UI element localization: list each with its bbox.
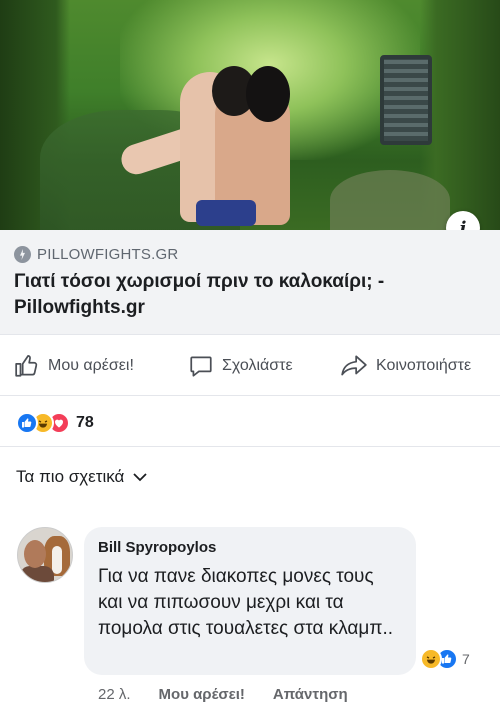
comment-reactions[interactable]: 7 [416, 646, 474, 672]
thumbs-up-icon [15, 355, 38, 377]
image-head-right [246, 66, 290, 122]
comment-meta: 22 λ. Μου αρέσει! Απάντηση [98, 686, 376, 703]
divider [0, 446, 500, 447]
avatar[interactable] [17, 527, 73, 583]
avatar-dog-blaze [52, 546, 62, 574]
like-button[interactable]: Μου αρέσει! [14, 353, 134, 379]
like-button-label: Μου αρέσει! [48, 357, 134, 374]
comments-filter-label: Τα πιο σχετικά [16, 467, 125, 486]
comment-reaction-count: 7 [462, 651, 470, 667]
lightning-icon [14, 246, 31, 263]
comment-icon [190, 356, 212, 377]
reactions-count: 78 [76, 414, 94, 431]
avatar-face [24, 540, 46, 568]
haha-reaction-icon [420, 648, 442, 670]
reactions-summary[interactable]: 78 [16, 412, 94, 434]
share-button[interactable]: Κοινοποιήστε [340, 353, 471, 379]
like-reaction-icon [16, 412, 38, 434]
comment-bubble[interactable]: Bill Spyropoylos Για να πανε διακοπες μο… [84, 527, 416, 675]
comments-filter-dropdown[interactable]: Τα πιο σχετικά [16, 467, 148, 487]
image-chair [380, 55, 432, 145]
chevron-down-icon [133, 473, 147, 482]
comment-author[interactable]: Bill Spyropoylos [98, 539, 402, 556]
image-shorts [196, 200, 256, 226]
share-icon [341, 355, 367, 376]
image-path [330, 170, 450, 230]
comment-button-label: Σχολιάστε [222, 357, 293, 374]
avatar-shirt [20, 566, 54, 582]
post-actions-bar: Μου αρέσει! Σχολιάστε Κοινοποιήστε [0, 334, 500, 396]
comment-reply-button[interactable]: Απάντηση [273, 686, 348, 703]
comment-time[interactable]: 22 λ. [98, 686, 131, 703]
link-preview-image[interactable] [0, 0, 500, 230]
comment-text: Για να πανε διακοπες μονες τους και να π… [98, 566, 394, 639]
link-caption[interactable]: PILLOWFIGHTS.GR Γιατί τόσοι χωρισμοί πρι… [0, 230, 500, 334]
comment-button[interactable]: Σχολιάστε [188, 353, 293, 379]
comment-like-button[interactable]: Μου αρέσει! [159, 686, 245, 703]
share-button-label: Κοινοποιήστε [376, 357, 472, 374]
link-title[interactable]: Γιατί τόσοι χωρισμοί πριν το καλοκαίρι; … [14, 269, 486, 321]
link-domain: PILLOWFIGHTS.GR [14, 246, 486, 263]
link-domain-text: PILLOWFIGHTS.GR [37, 246, 179, 263]
